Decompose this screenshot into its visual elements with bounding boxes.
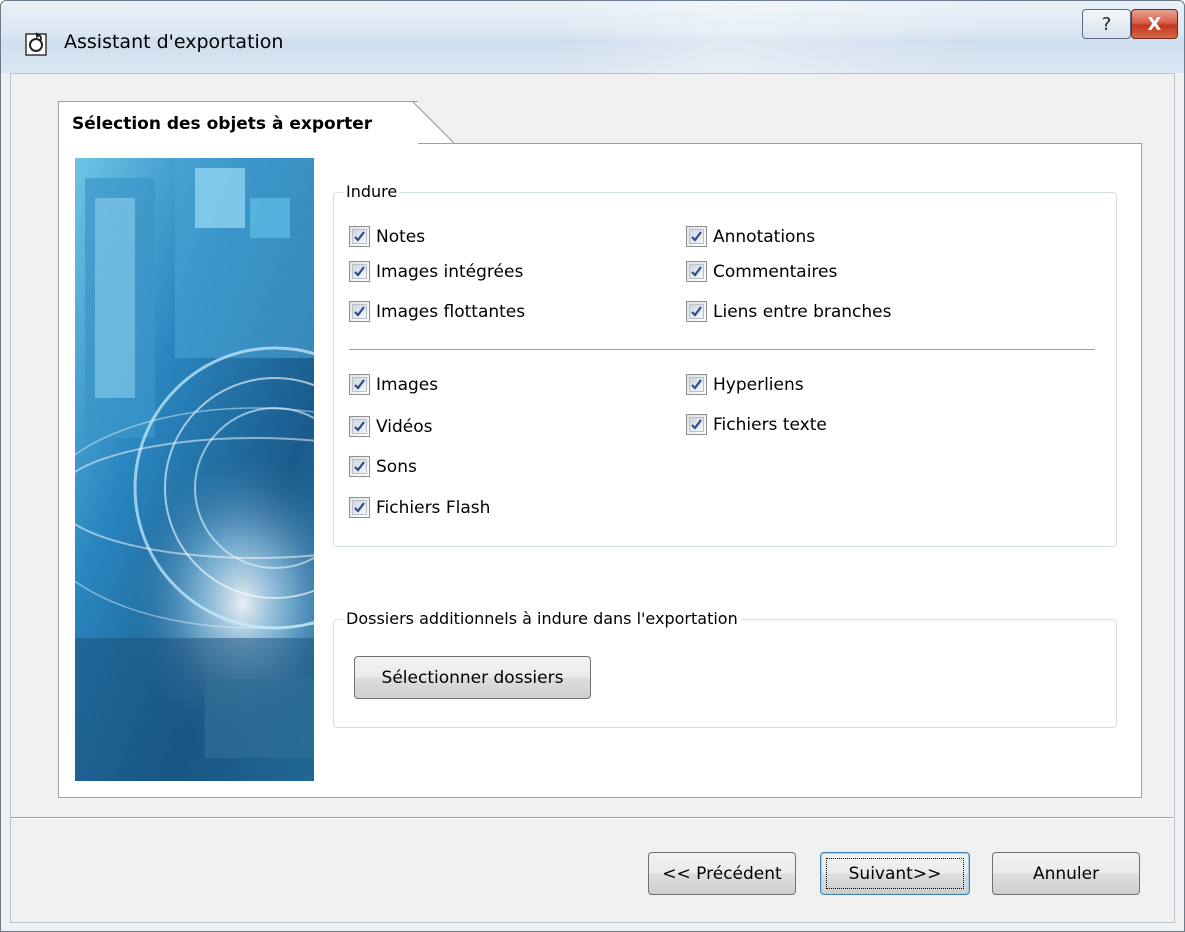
checkbox-box[interactable]	[349, 416, 370, 437]
checkbox-notes[interactable]: Notes	[349, 226, 425, 247]
close-button[interactable]: X	[1131, 9, 1178, 39]
checkmark-icon	[691, 266, 702, 277]
checkmark-icon	[354, 266, 365, 277]
folders-group-legend: Dossiers additionnels à indure dans l'ex…	[343, 609, 741, 628]
checkbox-label: Hyperliens	[713, 374, 804, 395]
checkbox-label: Notes	[376, 226, 426, 247]
checkmark-icon	[354, 461, 365, 472]
checkbox-box[interactable]	[349, 261, 370, 282]
checkmark-icon	[354, 306, 365, 317]
checkbox-label: Images	[376, 374, 439, 395]
checkbox-branch-links[interactable]: Liens entre branches	[686, 301, 891, 322]
checkbox-label: Commentaires	[713, 261, 838, 282]
tab-selection[interactable]: Sélection des objets à exporter	[58, 101, 418, 145]
checkmark-icon	[691, 379, 702, 390]
checkbox-box[interactable]	[349, 497, 370, 518]
checkbox-box[interactable]	[349, 301, 370, 322]
checkbox-floating-images[interactable]: Images flottantes	[349, 301, 525, 322]
checkmark-icon	[354, 421, 365, 432]
select-folders-button[interactable]: Sélectionner dossiers	[354, 656, 591, 699]
help-icon: ?	[1101, 13, 1112, 35]
app-icon	[25, 32, 47, 56]
checkbox-comments[interactable]: Commentaires	[686, 261, 837, 282]
checkmark-icon	[691, 306, 702, 317]
checkbox-annotations[interactable]: Annotations	[686, 226, 815, 247]
checkbox-box[interactable]	[349, 374, 370, 395]
tab-edge	[412, 101, 455, 144]
checkbox-box[interactable]	[349, 456, 370, 477]
checkbox-label: Fichiers Flash	[376, 497, 491, 518]
checkbox-images[interactable]: Images	[349, 374, 438, 395]
window-title: Assistant d'exportation	[64, 31, 284, 53]
title-bar[interactable]: Assistant d'exportation	[1, 1, 1184, 73]
checkbox-label: Vidéos	[376, 416, 433, 437]
checkbox-sounds[interactable]: Sons	[349, 456, 417, 477]
close-icon: X	[1147, 13, 1162, 35]
checkbox-hyperlinks[interactable]: Hyperliens	[686, 374, 804, 395]
next-button[interactable]: Suivant>>	[820, 852, 970, 895]
checkbox-videos[interactable]: Vidéos	[349, 416, 433, 437]
checkbox-box[interactable]	[349, 226, 370, 247]
checkbox-label: Sons	[376, 456, 417, 477]
focus-ring	[826, 858, 964, 889]
help-button[interactable]: ?	[1082, 9, 1131, 39]
footer-separator	[10, 817, 1173, 819]
include-separator	[349, 349, 1095, 351]
checkbox-embedded-images[interactable]: Images intégrées	[349, 261, 523, 282]
checkmark-icon	[354, 379, 365, 390]
checkbox-label: Annotations	[713, 226, 816, 247]
wizard-banner-image	[75, 158, 314, 781]
checkbox-label: Images intégrées	[376, 261, 524, 282]
cancel-button[interactable]: Annuler	[992, 852, 1140, 895]
checkbox-flash-files[interactable]: Fichiers Flash	[349, 497, 490, 518]
checkmark-icon	[354, 502, 365, 513]
checkbox-box[interactable]	[686, 374, 707, 395]
checkbox-box[interactable]	[686, 226, 707, 247]
checkbox-text-files[interactable]: Fichiers texte	[686, 414, 827, 435]
checkbox-box[interactable]	[686, 414, 707, 435]
checkbox-label: Liens entre branches	[713, 301, 892, 322]
include-group-legend: Indure	[343, 182, 401, 201]
checkmark-icon	[691, 419, 702, 430]
select-folders-label: Sélectionner dossiers	[381, 667, 564, 688]
checkmark-icon	[691, 231, 702, 242]
previous-button[interactable]: << Précédent	[648, 852, 796, 895]
checkmark-icon	[354, 231, 365, 242]
cancel-label: Annuler	[1032, 863, 1100, 884]
checkbox-label: Images flottantes	[376, 301, 526, 322]
checkbox-box[interactable]	[686, 301, 707, 322]
checkbox-box[interactable]	[686, 261, 707, 282]
tab-label: Sélection des objets à exporter	[72, 114, 373, 134]
checkbox-label: Fichiers texte	[713, 414, 827, 435]
previous-label: << Précédent	[662, 863, 782, 884]
